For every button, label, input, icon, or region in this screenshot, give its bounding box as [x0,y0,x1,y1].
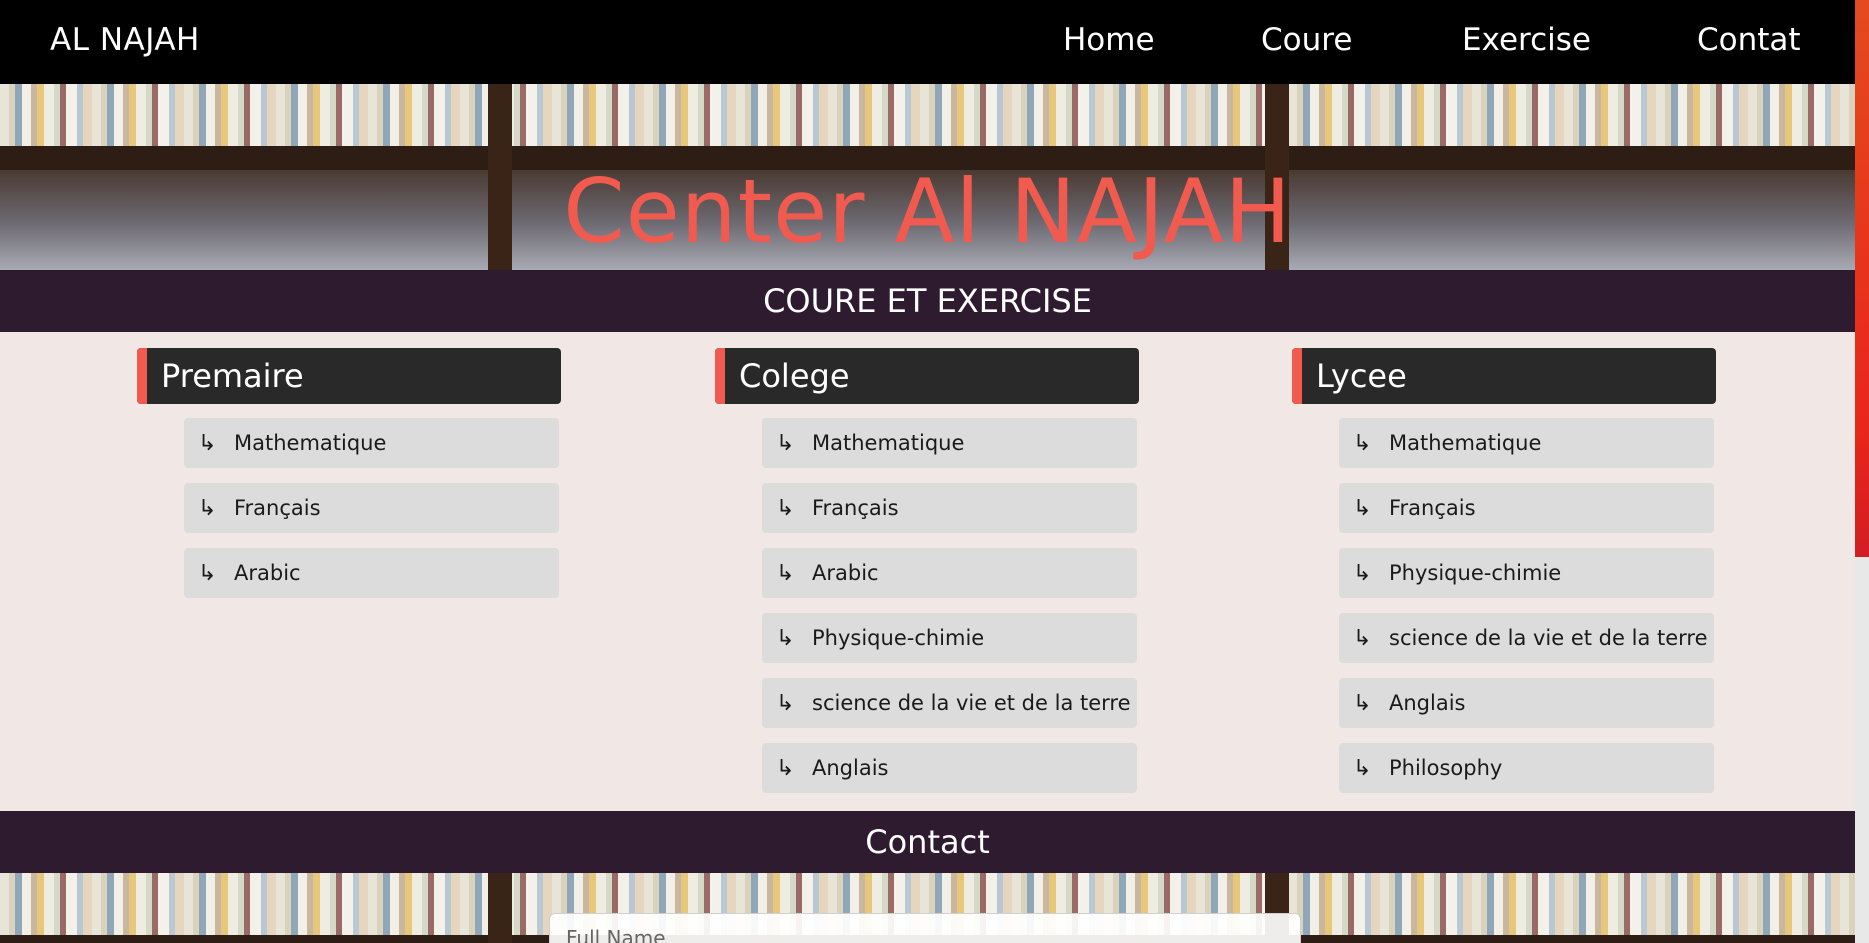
list-item-label: Physique-chimie [1389,561,1562,585]
list-item-label: science de la vie et de la terre [812,691,1131,715]
bookshelf-image [0,84,1855,146]
list-item-label: Français [234,496,321,520]
list-item[interactable]: ↳ Mathematique [1339,418,1714,468]
arrow-down-right-icon: ↳ [776,626,795,651]
list-item[interactable]: ↳ Physique-chimie [1339,548,1714,598]
arrow-down-right-icon: ↳ [776,496,795,521]
arrow-down-right-icon: ↳ [776,561,795,586]
arrow-down-right-icon: ↳ [1353,431,1372,456]
arrow-down-right-icon: ↳ [1353,756,1372,781]
list-item[interactable]: ↳ Français [762,483,1137,533]
list-item[interactable]: ↳ science de la vie et de la terre [1339,613,1714,663]
arrow-down-right-icon: ↳ [1353,561,1372,586]
nav-coure[interactable]: Coure [1261,22,1352,58]
list-item-label: Philosophy [1389,756,1503,780]
arrow-down-right-icon: ↳ [1353,691,1372,716]
contact-title-bar: Contact [0,811,1855,873]
list-item[interactable]: ↳ Arabic [184,548,559,598]
list-item[interactable]: ↳ Physique-chimie [762,613,1137,663]
nav-exercise[interactable]: Exercise [1462,22,1591,58]
list-item-label: science de la vie et de la terre [1389,626,1708,650]
list-item[interactable]: ↳ science de la vie et de la terre [762,678,1137,728]
list-item-label: Mathematique [812,431,965,455]
list-item-label: Mathematique [234,431,387,455]
list-item-label: Physique-chimie [812,626,985,650]
column-colege: Colege ↳ Mathematique ↳ Français ↳ Arabic ↳… [715,348,1139,793]
arrow-down-right-icon: ↳ [776,691,795,716]
list-item[interactable]: ↳ Anglais [1339,678,1714,728]
column-lycee: Lycee ↳ Mathematique ↳ Français ↳ Physique-… [1292,348,1716,793]
list-item-label: Arabic [812,561,879,585]
hero-title: Center Al NAJAH [563,160,1292,263]
arrow-down-right-icon: ↳ [198,496,217,521]
list-item[interactable]: ↳ Mathematique [762,418,1137,468]
list-item-label: Français [1389,496,1476,520]
section-title: COURE ET EXERCISE [763,282,1092,320]
section-title-bar: COURE ET EXERCISE [0,270,1855,332]
column-title: Lycee [1292,348,1716,404]
list-item-label: Anglais [812,756,889,780]
list-item-label: Mathematique [1389,431,1542,455]
list-item[interactable]: ↳ Arabic [762,548,1137,598]
arrow-down-right-icon: ↳ [776,431,795,456]
column-premaire: Premaire ↳ Mathematique ↳ Français ↳ Arabic [137,348,561,598]
full-name-input[interactable] [549,913,1301,943]
brand-logo[interactable]: AL NAJAH [50,22,200,58]
list-item-label: Français [812,496,899,520]
hero-banner: Center Al NAJAH [0,84,1855,270]
list-item[interactable]: ↳ Philosophy [1339,743,1714,793]
list-item[interactable]: ↳ Français [184,483,559,533]
arrow-down-right-icon: ↳ [776,756,795,781]
scrollbar-track[interactable] [1855,557,1869,943]
contact-title: Contact [865,823,990,861]
arrow-down-right-icon: ↳ [198,431,217,456]
top-navbar: AL NAJAH Home Coure Exercise Contat [0,0,1855,84]
nav-home[interactable]: Home [1063,22,1155,58]
list-item-label: Anglais [1389,691,1466,715]
list-item[interactable]: ↳ Français [1339,483,1714,533]
arrow-down-right-icon: ↳ [198,561,217,586]
arrow-down-right-icon: ↳ [1353,496,1372,521]
list-item-label: Arabic [234,561,301,585]
arrow-down-right-icon: ↳ [1353,626,1372,651]
column-title: Premaire [137,348,561,404]
column-title: Colege [715,348,1139,404]
nav-contat[interactable]: Contat [1697,22,1801,58]
list-item[interactable]: ↳ Anglais [762,743,1137,793]
list-item[interactable]: ↳ Mathematique [184,418,559,468]
